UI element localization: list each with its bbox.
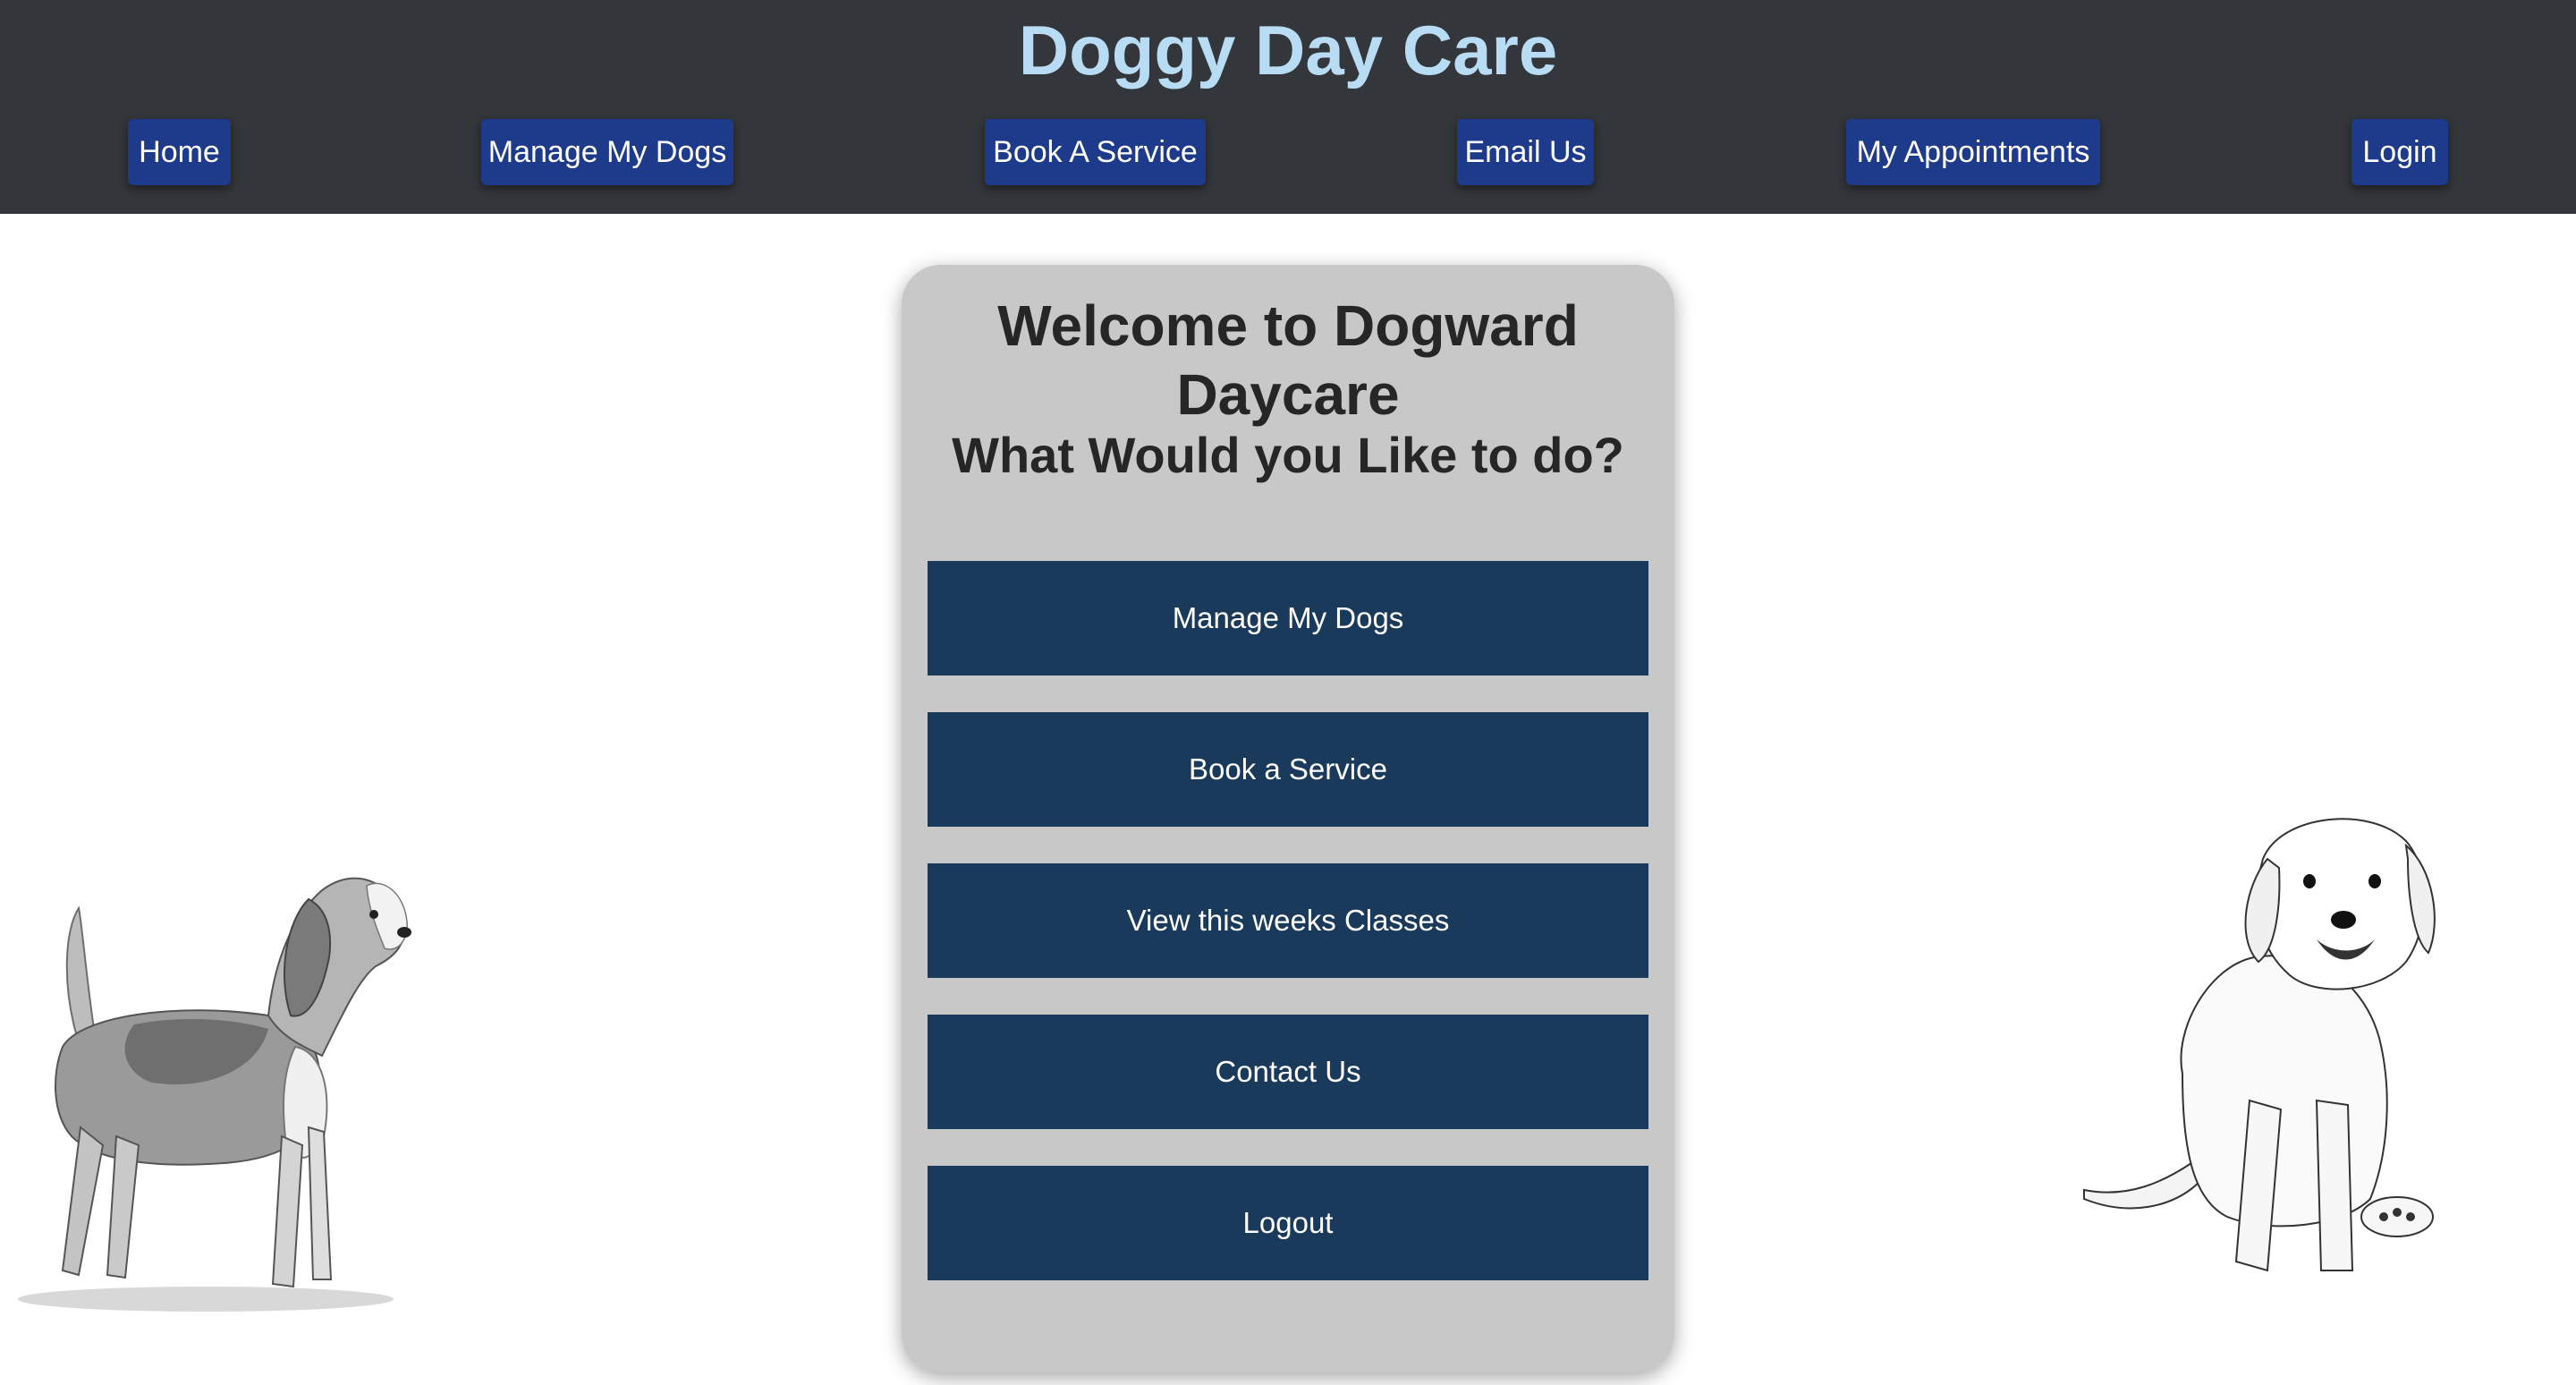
contact-us-button[interactable]: Contact Us (928, 1015, 1648, 1129)
site-header: Doggy Day Care Home Manage My Dogs Book … (0, 0, 2576, 214)
book-service-button[interactable]: Book a Service (928, 712, 1648, 827)
view-classes-button[interactable]: View this weeks Classes (928, 863, 1648, 978)
nav-manage-dogs-button[interactable]: Manage My Dogs (481, 119, 733, 185)
manage-dogs-button[interactable]: Manage My Dogs (928, 561, 1648, 676)
nav-home-button[interactable]: Home (128, 119, 231, 185)
welcome-card: Welcome to Dogward Daycare What Would yo… (902, 265, 1674, 1372)
nav-appointments-button[interactable]: My Appointments (1846, 119, 2100, 185)
welcome-heading: Welcome to Dogward Daycare (997, 293, 1579, 427)
beagle-sketch-image (18, 877, 411, 1312)
logout-button[interactable]: Logout (928, 1166, 1648, 1280)
nav-book-service-button[interactable]: Book A Service (985, 119, 1206, 185)
nav-login-button[interactable]: Login (2351, 119, 2448, 185)
nav-email-us-button[interactable]: Email Us (1457, 119, 1594, 185)
site-title: Doggy Day Care (1018, 11, 1558, 89)
puppy-sketch-image (2083, 818, 2436, 1272)
welcome-subtitle: What Would you Like to do? (952, 427, 1624, 483)
